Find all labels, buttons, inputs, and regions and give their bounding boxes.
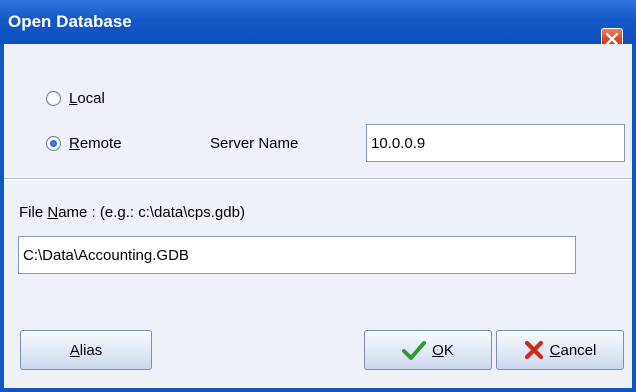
alias-button-label: Alias bbox=[69, 341, 103, 359]
ok-button-label: OK bbox=[432, 341, 454, 359]
checkmark-icon bbox=[402, 340, 427, 360]
file-name-value: C:\Data\Accounting.GDB bbox=[23, 246, 189, 264]
cancel-button-label: Cancel bbox=[549, 341, 597, 359]
file-name-label: File Name : (e.g.: c:\data\cps.gdb) bbox=[19, 204, 245, 221]
title-bar[interactable]: Open Database bbox=[0, 0, 636, 50]
radio-remote-row[interactable]: Remote bbox=[46, 135, 122, 152]
file-name-input[interactable]: C:\Data\Accounting.GDB bbox=[18, 236, 576, 274]
radio-local-row[interactable]: Local bbox=[46, 90, 105, 107]
radio-local[interactable] bbox=[46, 91, 61, 106]
radio-remote-label: Remote bbox=[69, 135, 122, 152]
window-title: Open Database bbox=[8, 12, 132, 31]
open-database-dialog: Open Database Local Remote Server Name 1… bbox=[0, 0, 636, 392]
ok-button[interactable]: OK bbox=[364, 330, 492, 370]
dialog-body: Local Remote Server Name 10.0.0.9 File N… bbox=[4, 44, 632, 388]
cancel-button[interactable]: Cancel bbox=[496, 330, 624, 370]
radio-local-label: Local bbox=[69, 90, 105, 107]
server-name-label: Server Name bbox=[210, 135, 299, 152]
x-icon bbox=[524, 340, 544, 360]
connection-panel: Local Remote Server Name 10.0.0.9 bbox=[4, 44, 632, 178]
server-name-value: 10.0.0.9 bbox=[371, 134, 426, 152]
server-name-input[interactable]: 10.0.0.9 bbox=[366, 124, 625, 162]
alias-button[interactable]: Alias bbox=[20, 330, 152, 370]
section-divider bbox=[4, 178, 632, 181]
radio-remote[interactable] bbox=[46, 136, 61, 151]
